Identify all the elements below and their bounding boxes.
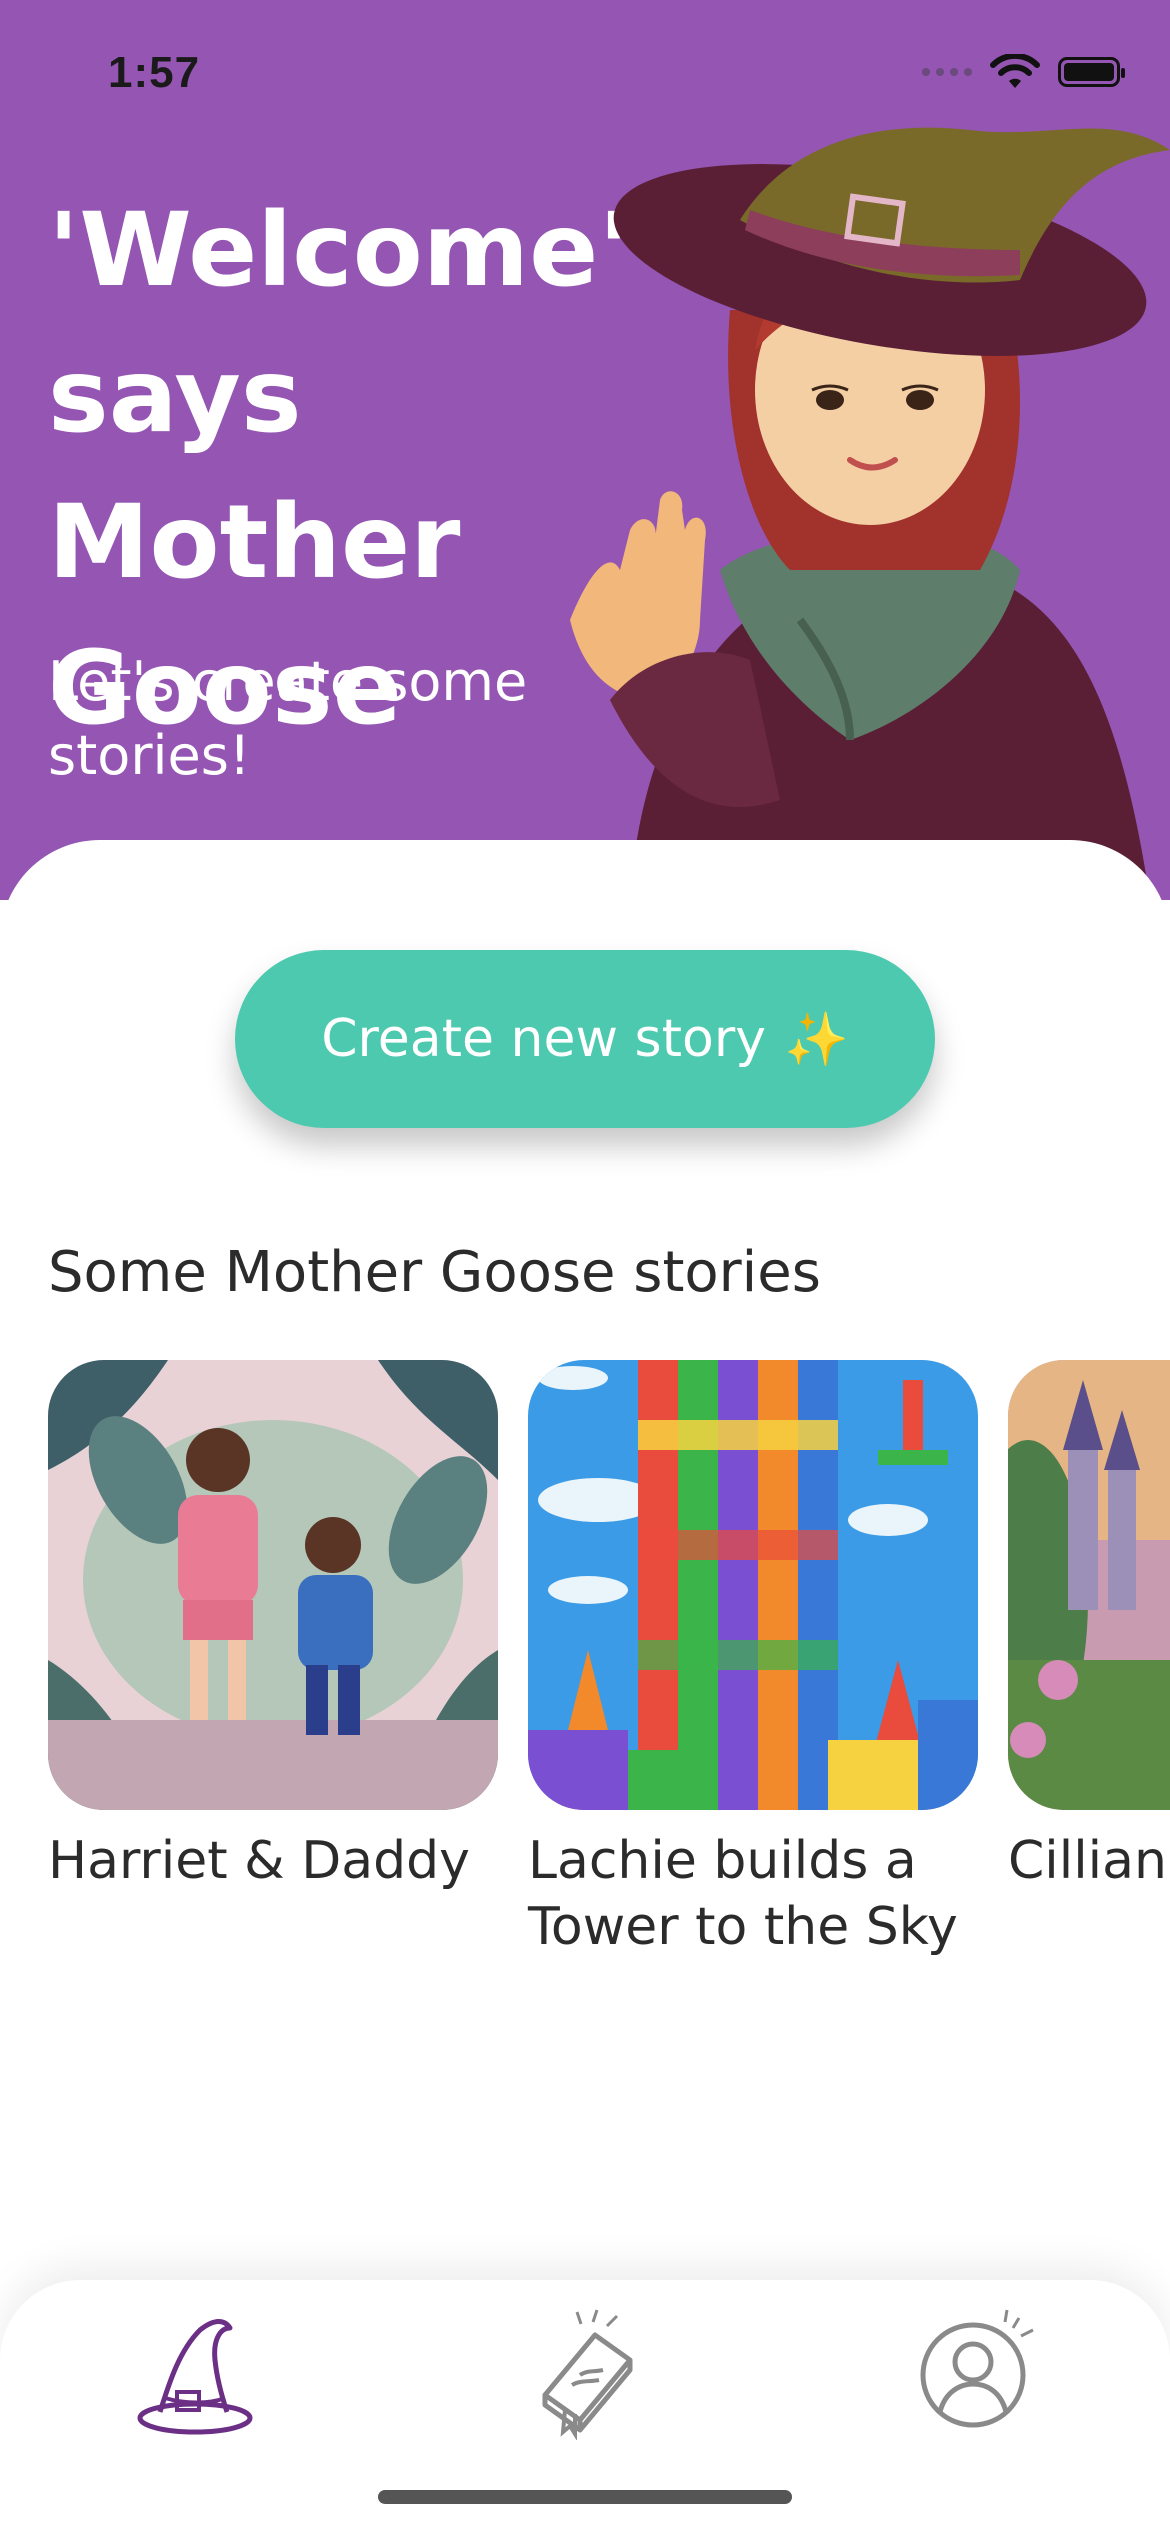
create-new-story-button[interactable]: Create new story ✨	[235, 950, 935, 1128]
story-title: Cillian & Magic	[1008, 1831, 1170, 1891]
profile-icon[interactable]	[905, 2300, 1045, 2440]
wifi-icon	[990, 54, 1040, 88]
create-new-story-label: Create new story	[321, 1009, 767, 1069]
status-icons	[922, 54, 1125, 90]
story-thumbnail	[1008, 1360, 1170, 1810]
story-title: Harriet & Daddy	[48, 1831, 470, 1891]
story-thumbnail	[48, 1360, 498, 1810]
cellular-signal-icon	[922, 68, 972, 76]
book-icon[interactable]	[515, 2300, 655, 2440]
hero-banner: 1:57 'Welcome' says Mother Goose Let's c…	[0, 0, 1170, 900]
story-card-lachie-tower[interactable]: Lachie builds a Tower to the Sky	[528, 1360, 978, 1960]
sparkles-icon: ✨	[784, 1009, 849, 1070]
status-time: 1:57	[108, 48, 201, 97]
story-card-cillian-magic[interactable]: Cillian & Magic	[1008, 1360, 1170, 1894]
mother-goose-illustration	[570, 127, 1170, 900]
story-thumbnail	[528, 1360, 978, 1810]
home-indicator[interactable]	[378, 2490, 792, 2504]
hero-subtitle: Let's create some stories!	[48, 650, 528, 787]
battery-icon	[1058, 57, 1125, 87]
stories-section-title: Some Mother Goose stories	[48, 1240, 821, 1305]
stories-carousel[interactable]: Harriet & Daddy Lachie builds a Tower to…	[48, 1360, 1170, 1980]
story-card-harriet-daddy[interactable]: Harriet & Daddy	[48, 1360, 498, 1894]
story-title: Lachie builds a Tower to the Sky	[528, 1831, 958, 1957]
witch-hat-icon[interactable]	[125, 2300, 265, 2440]
